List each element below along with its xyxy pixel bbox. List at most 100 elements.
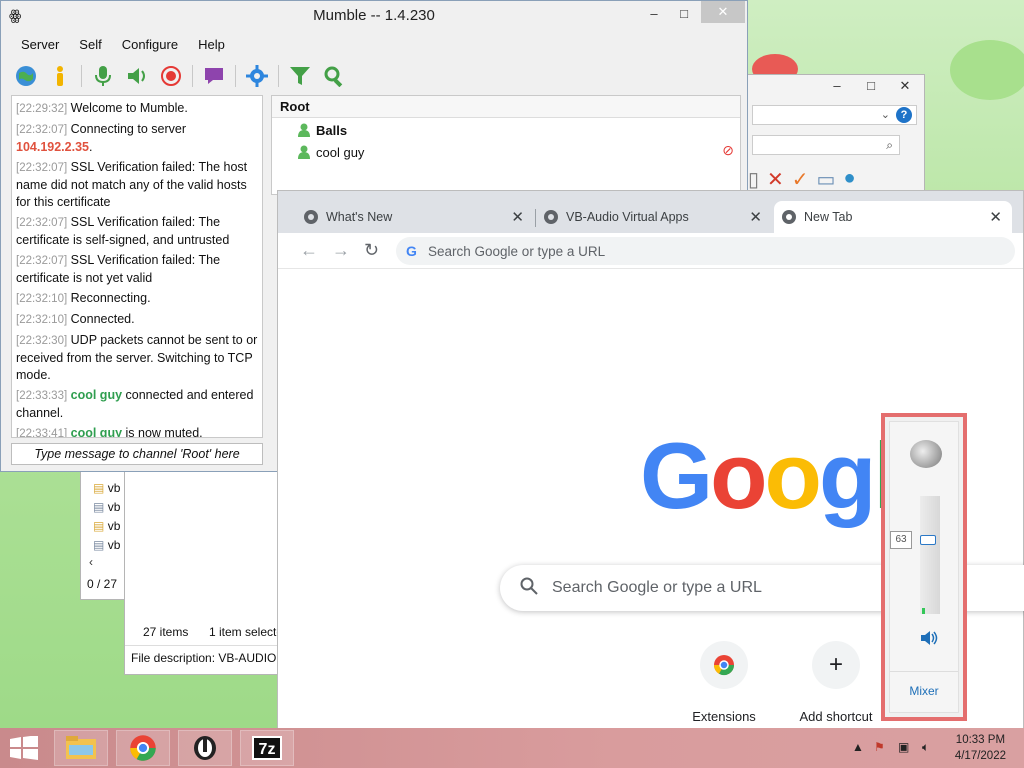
search-field[interactable]: ⌕ <box>752 135 900 155</box>
maximize-button[interactable]: □ <box>854 75 888 97</box>
clock[interactable]: 10:33 PM 4/17/2022 <box>955 732 1006 764</box>
scroll-left-icon[interactable]: ‹ <box>89 555 93 569</box>
list-item[interactable]: ▤ vb <box>93 536 120 555</box>
menu-server[interactable]: Server <box>11 35 69 54</box>
microphone-icon[interactable] <box>90 63 116 89</box>
browser-toolbar: ← → ↻ G Search Google or type a URL <box>278 233 1023 269</box>
volume-level-fill <box>922 608 925 614</box>
address-bar[interactable]: ⌄ ? <box>752 105 917 125</box>
chat-log: [22:29:32] Welcome to Mumble. [22:32:07]… <box>11 95 263 438</box>
close-tab-icon[interactable]: ✕ <box>989 208 1002 226</box>
menu-help[interactable]: Help <box>188 35 235 54</box>
toolbar <box>13 63 355 89</box>
selection-count: 1 item selecte <box>209 625 284 639</box>
delete-icon[interactable]: ✕ <box>767 167 784 192</box>
chrome-taskbar-icon[interactable] <box>116 730 170 766</box>
user-icon <box>298 123 310 137</box>
menu-bar: Server Self Configure Help <box>11 35 235 54</box>
filter-icon[interactable] <box>287 63 313 89</box>
list-item[interactable]: ▤ vb <box>93 479 120 498</box>
list-item[interactable]: ▤ vb <box>93 498 120 517</box>
minimize-button[interactable]: – <box>820 75 854 97</box>
globe-icon[interactable]: ● <box>843 167 855 192</box>
shortcut-add[interactable]: + Add shortcut <box>786 641 886 724</box>
user-icon <box>298 145 310 159</box>
close-tab-icon[interactable]: ✕ <box>511 208 524 226</box>
chat-bubble-icon[interactable] <box>201 63 227 89</box>
user-row[interactable]: cool guy <box>298 142 364 162</box>
action-center-flag-icon[interactable]: ⚑ <box>874 740 885 754</box>
server-ip-link[interactable]: 104.192.2.35 <box>16 140 89 154</box>
log-entry: [22:29:32] Welcome to Mumble. <box>16 101 188 115</box>
message-input[interactable]: Type message to channel 'Root' here <box>11 443 263 465</box>
7zip-taskbar-icon[interactable]: 7z <box>240 730 294 766</box>
volume-popup: 63 Mixer <box>882 414 966 720</box>
forward-icon[interactable]: → <box>332 240 350 261</box>
tab-whats-new[interactable]: What's New ✕ <box>296 201 534 233</box>
search-icon <box>520 577 538 600</box>
back-icon[interactable]: ← <box>300 240 318 261</box>
chrome-favicon-icon <box>782 210 796 224</box>
muted-icon: ⊘ <box>722 142 734 158</box>
close-button[interactable]: ✕ <box>888 75 922 97</box>
tab-strip: What's New ✕ VB-Audio Virtual Apps ✕ New… <box>278 191 1023 233</box>
windows-start-icon[interactable] <box>10 735 38 763</box>
close-button[interactable]: ✕ <box>701 1 745 23</box>
network-icon[interactable]: ▣ <box>898 740 909 754</box>
record-icon[interactable] <box>158 63 184 89</box>
reload-icon[interactable]: ↻ <box>364 240 379 261</box>
items-count: 27 items <box>143 625 189 639</box>
wallpaper-decoration <box>950 40 1024 100</box>
mumble-taskbar-icon[interactable] <box>178 730 232 766</box>
chrome-favicon-icon <box>544 210 558 224</box>
omnibox[interactable]: G Search Google or type a URL <box>396 237 1015 265</box>
volume-slider[interactable] <box>920 496 940 614</box>
chevron-down-icon: ⌄ <box>880 109 890 121</box>
user-link[interactable]: cool guy <box>71 388 122 402</box>
close-tab-icon[interactable]: ✕ <box>749 208 762 226</box>
log-entry: [22:32:07] SSL Verification failed: The … <box>16 160 248 209</box>
menu-self[interactable]: Self <box>69 35 111 54</box>
log-entry: [22:33:33] cool guy connected and entere… <box>16 388 254 420</box>
explorer-nav-pane: ▤ vb ▤ vb ▤ vb ▤ vb ‹ 0 / 27 <box>80 470 126 600</box>
speaker-mute-icon[interactable] <box>920 630 938 649</box>
speakers-device-icon[interactable] <box>910 440 942 468</box>
info-icon[interactable] <box>47 63 73 89</box>
file-explorer-taskbar-icon[interactable] <box>54 730 108 766</box>
search-icon: ⌕ <box>886 138 893 152</box>
clipboard-icon[interactable]: ▯ <box>748 167 759 192</box>
log-entry: [22:33:41] cool guy is now muted. <box>16 426 203 438</box>
explorer-ribbon: ▯ ✕ ✓ ▭ ● <box>748 167 856 192</box>
connect-globe-icon[interactable] <box>13 63 39 89</box>
list-item[interactable]: ▤ vb <box>93 517 120 536</box>
volume-tray-icon[interactable]: 🔈︎ <box>922 740 929 755</box>
mixer-link[interactable]: Mixer <box>890 684 958 698</box>
shortcut-extensions[interactable]: Extensions <box>674 641 774 724</box>
show-hidden-icons[interactable]: ▲ <box>852 740 864 754</box>
log-entry: [22:32:07] SSL Verification failed: The … <box>16 253 221 285</box>
channel-tree: Root Balls cool guy ⊘ <box>271 95 741 195</box>
volume-slider-thumb[interactable] <box>920 534 936 545</box>
speaker-icon[interactable] <box>124 63 150 89</box>
tab-vb-audio[interactable]: VB-Audio Virtual Apps ✕ <box>536 201 772 233</box>
channel-root[interactable]: Root <box>272 96 740 118</box>
log-entry: [22:32:07] Connecting to server 104.192.… <box>16 122 186 154</box>
title-bar[interactable]: ꙮ Mumble -- 1.4.230 – □ ✕ <box>1 1 747 31</box>
volume-panel: 63 Mixer <box>889 421 959 713</box>
window-title: Mumble -- 1.4.230 <box>313 7 435 24</box>
checkmark-icon[interactable]: ✓ <box>792 167 809 192</box>
tab-new-tab[interactable]: New Tab ✕ <box>774 201 1012 233</box>
file-list: ▤ vb ▤ vb ▤ vb ▤ vb <box>93 479 120 555</box>
menu-configure[interactable]: Configure <box>112 35 188 54</box>
settings-gear-icon[interactable] <box>244 63 270 89</box>
user-link[interactable]: cool guy <box>71 426 122 437</box>
minimize-button[interactable]: – <box>637 3 671 25</box>
user-row[interactable]: Balls <box>298 120 347 140</box>
properties-icon[interactable]: ▭ <box>817 167 836 192</box>
clock-date: 4/17/2022 <box>954 750 1006 762</box>
search-icon[interactable] <box>321 63 347 89</box>
log-entry: [22:32:07] SSL Verification failed: The … <box>16 215 230 247</box>
maximize-button[interactable]: □ <box>667 3 701 25</box>
help-icon[interactable]: ? <box>896 107 912 123</box>
log-entry: [22:32:10] Reconnecting. <box>16 291 151 305</box>
